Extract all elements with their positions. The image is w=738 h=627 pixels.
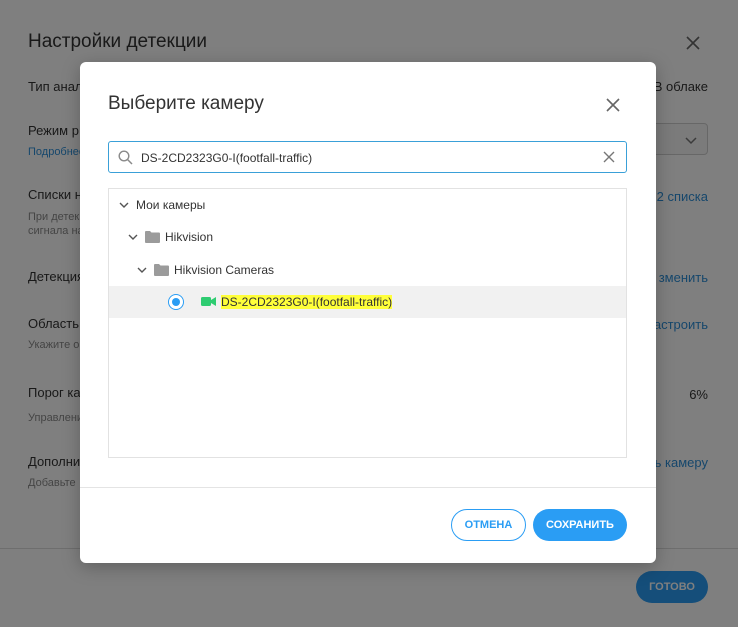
tree-node-my-cameras[interactable]: Мои камеры bbox=[109, 189, 626, 221]
tree-node-hikvision[interactable]: Hikvision bbox=[109, 221, 626, 253]
camera-tree: Мои камеры Hikvision Hikvision Cameras D… bbox=[108, 188, 627, 458]
tree-node-label: DS-2CD2323G0-I(footfall-traffic) bbox=[221, 295, 393, 309]
folder-icon bbox=[154, 264, 169, 276]
clear-icon[interactable] bbox=[603, 151, 615, 163]
folder-icon bbox=[145, 231, 160, 243]
cancel-button[interactable]: ОТМЕНА bbox=[451, 509, 526, 541]
tree-node-camera[interactable]: DS-2CD2323G0-I(footfall-traffic) bbox=[109, 286, 626, 318]
chevron-down-icon[interactable] bbox=[128, 232, 138, 242]
camera-search bbox=[108, 141, 627, 173]
camera-radio[interactable] bbox=[168, 294, 184, 310]
tree-node-label: Hikvision bbox=[165, 230, 214, 244]
save-button[interactable]: СОХРАНИТЬ bbox=[533, 509, 627, 541]
close-icon[interactable] bbox=[604, 96, 622, 114]
camera-icon bbox=[201, 297, 216, 306]
tree-node-label: Мои камеры bbox=[136, 198, 206, 212]
chevron-down-icon[interactable] bbox=[137, 265, 147, 275]
select-camera-dialog: Выберите камеру Мои камеры Hikvision Hik… bbox=[80, 62, 656, 563]
dialog-divider bbox=[80, 487, 656, 488]
dialog-title: Выберите камеру bbox=[108, 93, 264, 114]
tree-node-label: Hikvision Cameras bbox=[174, 263, 275, 277]
search-icon bbox=[118, 150, 133, 165]
tree-node-hikvision-cameras[interactable]: Hikvision Cameras bbox=[109, 254, 626, 286]
chevron-down-icon[interactable] bbox=[119, 200, 129, 210]
search-input[interactable] bbox=[141, 148, 591, 168]
